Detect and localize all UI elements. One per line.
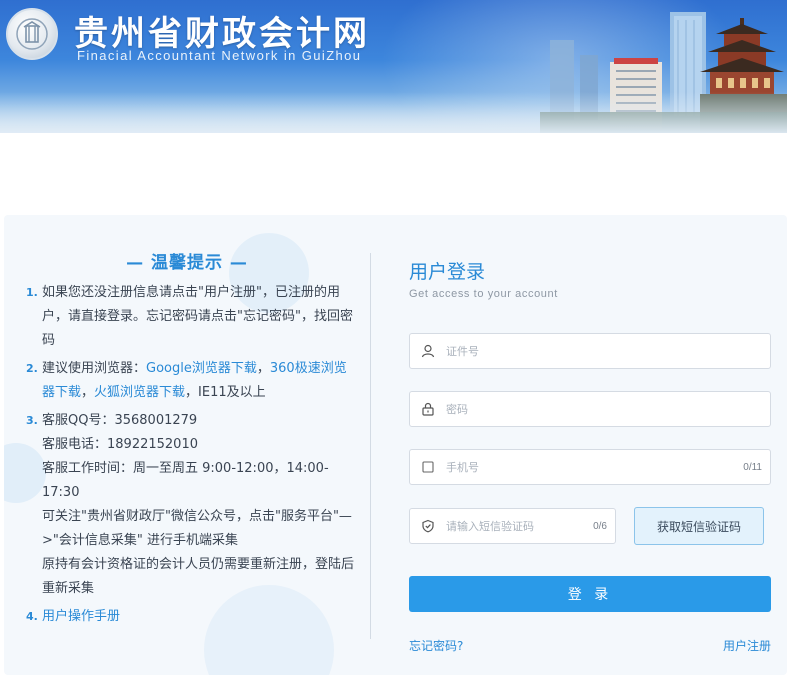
- phone-char-counter: 0/11: [743, 461, 762, 473]
- tip-text: 如果您还没注册信息请点击"用户注册"，已注册的用户，请直接登录。忘记密码请点击"…: [42, 285, 353, 348]
- tips-list: 1. 如果您还没注册信息请点击"用户注册"，已注册的用户，请直接登录。忘记密码请…: [26, 281, 356, 633]
- tip-separator: ，: [81, 385, 95, 400]
- tip-text: 建议使用浏览器：: [42, 361, 147, 376]
- support-hours: 客服工作时间：周一至周五 9:00-12:00，14:00-17:30: [42, 461, 329, 500]
- user-manual-link[interactable]: 用户操作手册: [42, 609, 120, 624]
- login-card: — 温馨提示 — 1. 如果您还没注册信息请点击"用户注册"，已注册的用户，请直…: [4, 215, 787, 675]
- login-title: 用户登录: [409, 261, 486, 283]
- register-link[interactable]: 用户注册: [723, 637, 771, 654]
- site-logo-icon: [6, 8, 58, 60]
- phone-icon: [410, 450, 446, 484]
- get-sms-code-button[interactable]: 获取短信验证码: [634, 507, 764, 545]
- login-subtitle: Get access to your account: [409, 288, 558, 300]
- shield-icon: [410, 509, 446, 543]
- sms-char-counter: 0/6: [593, 520, 607, 532]
- google-download-link[interactable]: Google浏览器下载: [146, 361, 257, 376]
- login-button[interactable]: 登 录: [409, 576, 771, 612]
- firefox-download-link[interactable]: 火狐浏览器下载: [94, 385, 185, 400]
- phone-input[interactable]: [446, 451, 744, 483]
- password-field: [409, 391, 771, 427]
- password-input[interactable]: [446, 393, 770, 425]
- tip-separator: ，: [256, 361, 270, 376]
- sms-code-input[interactable]: [446, 510, 594, 542]
- forgot-password-link[interactable]: 忘记密码?: [409, 637, 463, 654]
- tip-item-3: 3. 客服QQ号：3568001279 客服电话：18922152010 客服工…: [26, 409, 356, 601]
- tip-item-4: 4. 用户操作手册: [26, 605, 356, 629]
- lock-icon: [410, 392, 446, 426]
- phone-field: 0/11: [409, 449, 771, 485]
- reregister-note: 原持有会计资格证的会计人员仍需要重新注册，登陆后重新采集: [42, 557, 355, 596]
- tips-title: — 温馨提示 —: [126, 253, 248, 273]
- tip-number: 1.: [26, 286, 38, 299]
- site-subtitle: Finacial Accountant Network in GuiZhou: [77, 48, 362, 63]
- support-qq: 客服QQ号：3568001279: [42, 413, 198, 428]
- id-number-field: [409, 333, 771, 369]
- banner-haze: [0, 92, 787, 133]
- tip-number: 4.: [26, 610, 38, 623]
- tip-number: 2.: [26, 362, 38, 375]
- vertical-divider: [370, 253, 371, 639]
- sms-code-field: 0/6: [409, 508, 616, 544]
- id-number-input[interactable]: [446, 335, 770, 367]
- tip-number: 3.: [26, 414, 38, 427]
- wechat-note: 可关注"贵州省财政厅"微信公众号，点击"服务平台"—>"会计信息采集" 进行手机…: [42, 509, 352, 548]
- user-icon: [410, 334, 446, 368]
- header-banner: 贵州省财政会计网 Finacial Accountant Network in …: [0, 0, 787, 133]
- tip-item-2: 2. 建议使用浏览器：Google浏览器下载，360极速浏览器下载，火狐浏览器下…: [26, 357, 356, 405]
- tip-text: ，IE11及以上: [185, 385, 266, 400]
- tip-item-1: 1. 如果您还没注册信息请点击"用户注册"，已注册的用户，请直接登录。忘记密码请…: [26, 281, 356, 353]
- support-phone: 客服电话：18922152010: [42, 437, 198, 452]
